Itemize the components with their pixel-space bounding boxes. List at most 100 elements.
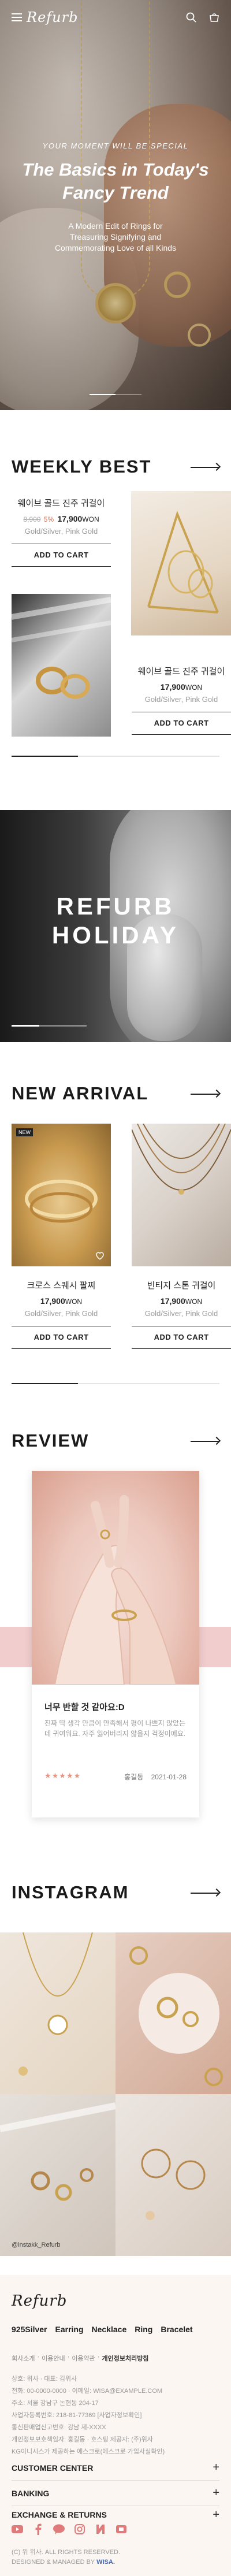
product-colors: Gold/Silver, Pink Gold: [144, 695, 218, 704]
product-card[interactable]: 웨이브 골드 진주 귀걸이 8,900 5% 17,900WON Gold/Si…: [12, 498, 111, 567]
instagram-post[interactable]: [116, 1932, 231, 2094]
kakao-story-icon[interactable]: [116, 2523, 127, 2535]
heart-icon[interactable]: [95, 1250, 105, 1261]
instagram-post[interactable]: [0, 2094, 116, 2256]
add-to-cart-button[interactable]: ADD TO CART: [12, 1326, 111, 1349]
weekly-best-header: WEEKLY BEST: [12, 456, 219, 477]
footer-category-earring[interactable]: Earring: [55, 2325, 84, 2334]
company-info-line: 주소: 서울 강남구 논현동 204-17: [12, 2400, 99, 2407]
rating-stars: ★★★★★: [44, 1771, 81, 1780]
footer-link-guide[interactable]: 이용안내: [42, 2354, 65, 2363]
add-to-cart-button[interactable]: ADD TO CART: [132, 712, 231, 735]
footer-link-terms[interactable]: 이용약관: [72, 2354, 95, 2363]
holiday-slider-indicator[interactable]: [12, 1025, 87, 1027]
footer-category-ring[interactable]: Ring: [135, 2325, 152, 2334]
logo[interactable]: Refurb: [27, 9, 78, 25]
footer-link-separator: ·: [37, 2354, 40, 2361]
instagram-photo-dish: [129, 1946, 223, 2086]
copyright-line: (C) 위 위사. ALL RIGHTS RESERVED.: [12, 2549, 121, 2556]
cart-icon[interactable]: [209, 12, 219, 23]
designed-by-label: DESIGNED & MANAGED BY: [12, 2559, 97, 2566]
review-photo-hands: [54, 1495, 177, 1685]
accordion-label: BANKING: [12, 2488, 50, 2498]
add-to-cart-button[interactable]: ADD TO CART: [132, 1326, 231, 1349]
accordion-label: CUSTOMER CENTER: [12, 2463, 94, 2473]
product-name[interactable]: 빈티지 스톤 귀걸이: [132, 1280, 231, 1292]
footer-link-about[interactable]: 회사소개: [12, 2354, 35, 2363]
price-unit: WON: [185, 683, 203, 692]
instagram-more-arrow-icon[interactable]: [191, 1889, 219, 1897]
search-icon[interactable]: [186, 12, 196, 23]
product-name[interactable]: 웨이브 골드 진주 귀걸이: [132, 666, 231, 678]
header: Refurb: [0, 0, 231, 35]
product-image[interactable]: NEW: [12, 1124, 111, 1266]
sale-price: 17,900: [40, 1296, 65, 1306]
product-name[interactable]: 크로스 스퀘시 팔찌: [12, 1280, 111, 1292]
product-photo-necklace: [132, 1124, 231, 1195]
footer-logo[interactable]: Refurb: [12, 2292, 67, 2310]
product-name[interactable]: 웨이브 골드 진주 귀걸이: [12, 498, 111, 510]
instagram-grid: [0, 1932, 231, 2256]
product-price: 17,900WON: [132, 1296, 231, 1306]
footer: Refurb 925Silver Earring Necklace Ring B…: [0, 2275, 231, 2576]
new-arrival-header: NEW ARRIVAL: [12, 1083, 219, 1104]
review-card[interactable]: 너무 반할 것 같아요:D 진짜 딱 생각 만큼이 만족해서 평이 나쁘지 않았…: [32, 1471, 199, 1817]
section-title: INSTAGRAM: [12, 1882, 129, 1902]
chat-icon[interactable]: [53, 2523, 65, 2535]
accordion-customer-center[interactable]: CUSTOMER CENTER +: [12, 2455, 219, 2481]
product-price: 17,900WON: [12, 1296, 111, 1306]
sale-price: 17,900: [160, 682, 185, 692]
footer-category-bracelet[interactable]: Bracelet: [161, 2325, 192, 2334]
product-card[interactable]: 크로스 스퀘시 팔찌 17,900WON Gold/Silver, Pink G…: [12, 1280, 111, 1349]
instagram-handle[interactable]: @instakk_Refurb: [12, 2242, 61, 2248]
company-info-line: 사업자등록번호: 218-81-77369 [사업자정보확인]: [12, 2412, 142, 2419]
footer-category-necklace[interactable]: Necklace: [92, 2325, 127, 2334]
weekly-best-more-arrow-icon[interactable]: [191, 463, 219, 471]
product-price: 17,900WON: [132, 682, 231, 692]
menu-icon[interactable]: [12, 13, 22, 21]
weekly-best-scroll-indicator[interactable]: [12, 756, 219, 757]
youtube-icon[interactable]: [12, 2523, 23, 2535]
product-image[interactable]: [12, 594, 111, 737]
instagram-post[interactable]: [0, 1932, 116, 2094]
accordion-exchange-returns[interactable]: EXCHANGE & RETURNS +: [12, 2506, 219, 2523]
designed-by: DESIGNED & MANAGED BY WISA.: [12, 2558, 120, 2567]
product-image[interactable]: [132, 1124, 231, 1266]
sale-price: 17,900: [57, 514, 83, 523]
hero-slider-indicator[interactable]: [90, 394, 141, 395]
new-arrival-more-arrow-icon[interactable]: [191, 1090, 219, 1098]
hero-subtitle-line: A Modern Edit of Rings for: [68, 221, 163, 231]
hero-banner[interactable]: Refurb YOUR MOMENT WILL BE SPECIAL The B…: [0, 0, 231, 410]
accordion-banking[interactable]: BANKING +: [12, 2481, 219, 2506]
company-info-line: 통신판매업신고번호: 강남 제-XXXX: [12, 2424, 106, 2431]
footer-category-925silver[interactable]: 925Silver: [12, 2325, 47, 2334]
review-carousel: 너무 반할 것 같아요:D 진짜 딱 생각 만큼이 만족해서 평이 나쁘지 않았…: [0, 1471, 231, 1835]
add-to-cart-button[interactable]: ADD TO CART: [12, 544, 111, 567]
product-image[interactable]: [131, 491, 231, 635]
naver-blog-icon[interactable]: [95, 2523, 106, 2535]
hero-subtitle: A Modern Edit of Rings for Treasuring Si…: [0, 221, 231, 254]
new-badge: NEW: [16, 1128, 33, 1136]
company-info-line: 개인정보보호책임자: 홍길동 · 호스팅 제공자: (주)위사: [12, 2436, 153, 2443]
discount-rate: 5%: [43, 515, 54, 523]
instagram-photo-rings: [0, 2102, 116, 2201]
review-more-arrow-icon[interactable]: [191, 1437, 219, 1445]
product-card[interactable]: 빈티지 스톤 귀걸이 17,900WON Gold/Silver, Pink G…: [132, 1280, 231, 1349]
footer-link-privacy[interactable]: 개인정보처리방침: [102, 2354, 148, 2363]
product-card[interactable]: 웨이브 골드 진주 귀걸이 17,900WON Gold/Silver, Pin…: [132, 666, 231, 735]
instagram-icon[interactable]: [74, 2523, 85, 2535]
price-unit: WON: [65, 1298, 83, 1306]
holiday-banner[interactable]: REFURB HOLIDAY: [0, 810, 231, 1042]
designed-by-brand[interactable]: WISA.: [96, 2559, 115, 2566]
sale-price: 17,900: [160, 1296, 185, 1306]
product-photo-bracelet: [25, 1180, 98, 1223]
product-colors: Gold/Silver, Pink Gold: [144, 1309, 218, 1318]
footer-link-separator: ·: [67, 2354, 70, 2361]
facebook-icon[interactable]: [32, 2523, 44, 2535]
instagram-post[interactable]: [116, 2094, 231, 2256]
price-unit: WON: [185, 1298, 203, 1306]
section-title: REVIEW: [12, 1430, 90, 1451]
review-header: REVIEW: [12, 1430, 219, 1451]
section-title: WEEKLY BEST: [12, 456, 152, 477]
new-arrival-scroll-indicator[interactable]: [12, 1383, 219, 1384]
